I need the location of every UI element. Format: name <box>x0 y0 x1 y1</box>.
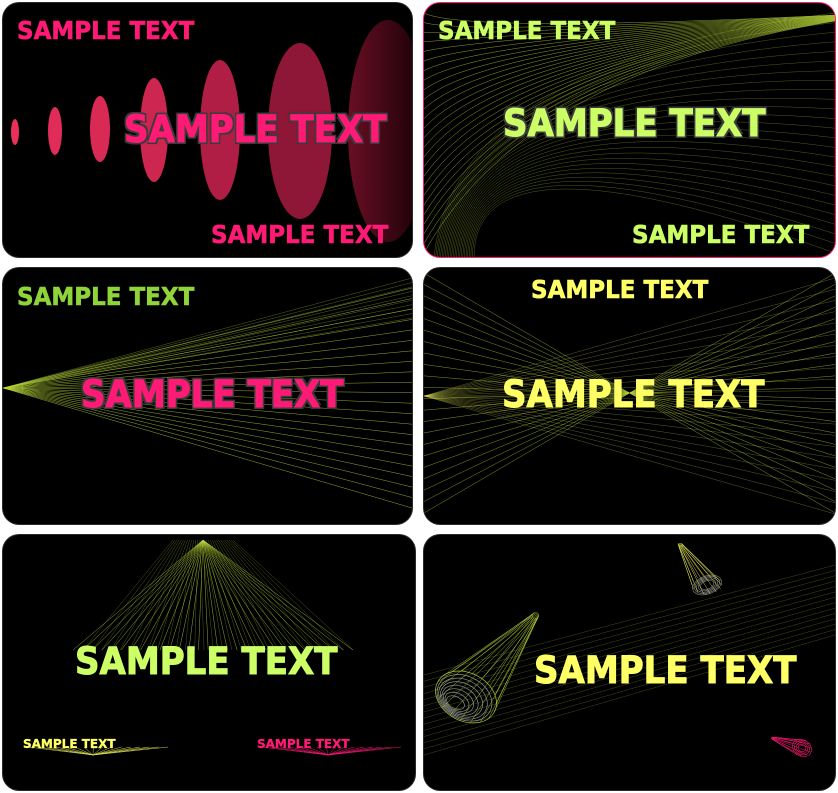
business-card-4: SAMPLE TEXT SAMPLE TEXT <box>424 268 835 524</box>
card-5-bottom-left-text: SAMPLE TEXT <box>23 737 116 751</box>
card-1-top-text: SAMPLE TEXT <box>17 16 195 45</box>
business-card-5: SAMPLE TEXT SAMPLE TEXT SAMPLE TEXT <box>3 535 415 790</box>
business-card-6: SAMPLE TEXT <box>424 535 835 790</box>
card-3-center-text: SAMPLE TEXT <box>81 373 344 416</box>
card-1-bottom-text: SAMPLE TEXT <box>211 220 389 249</box>
business-card-3: SAMPLE TEXT SAMPLE TEXT <box>3 268 412 524</box>
card-5-center-text: SAMPLE TEXT <box>75 640 338 683</box>
business-card-2: SAMPLE TEXT SAMPLE TEXT SAMPLE TEXT <box>424 3 835 257</box>
card-2-center-text: SAMPLE TEXT <box>503 102 766 145</box>
card-6-center-text: SAMPLE TEXT <box>534 649 797 692</box>
business-card-1: SAMPLE TEXT SAMPLE TEXT SAMPLE TEXT <box>3 3 412 257</box>
card-3-top-text: SAMPLE TEXT <box>17 282 195 311</box>
card-4-top-text: SAMPLE TEXT <box>531 275 709 304</box>
card-2-bottom-text: SAMPLE TEXT <box>632 220 810 249</box>
card-4-center-text: SAMPLE TEXT <box>502 373 765 416</box>
card-1-center-text: SAMPLE TEXT <box>124 108 387 151</box>
card-5-bottom-right-text: SAMPLE TEXT <box>257 737 350 751</box>
card-2-top-text: SAMPLE TEXT <box>438 16 616 45</box>
